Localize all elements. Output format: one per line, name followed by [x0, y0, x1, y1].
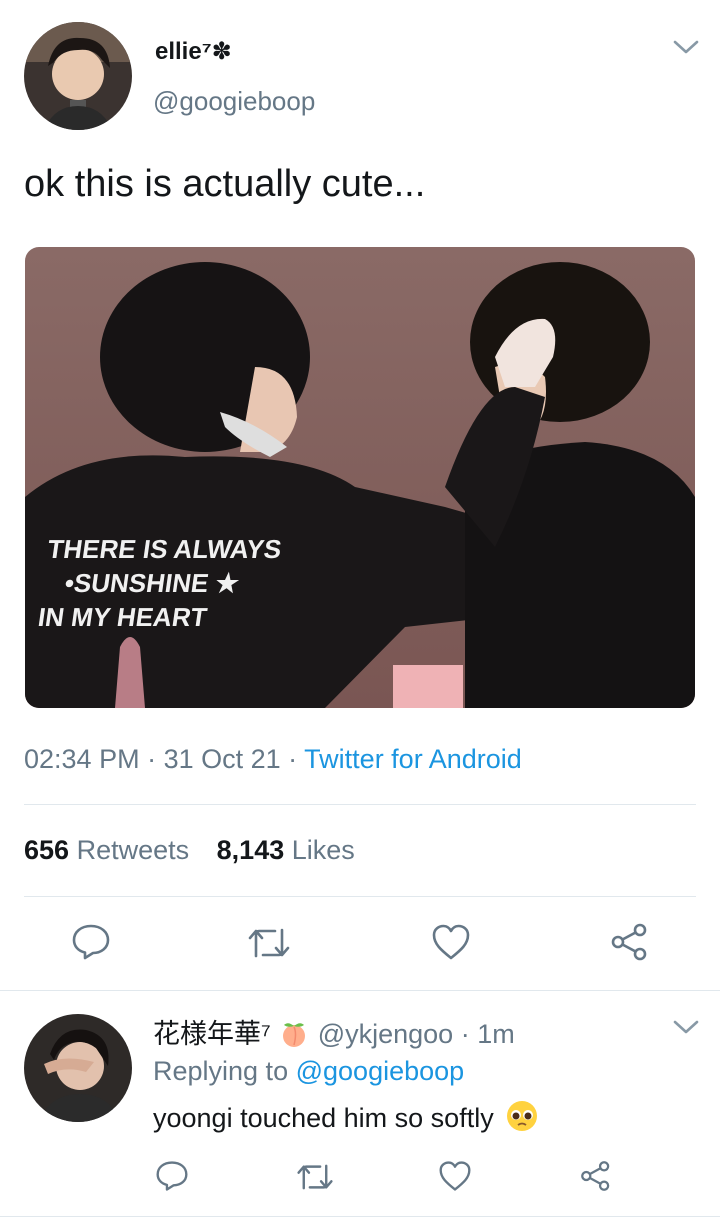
retweet-icon[interactable]: [247, 926, 291, 960]
retweets-count: 656: [24, 835, 70, 865]
bottom-divider: [0, 1216, 720, 1217]
reply-handle[interactable]: @ykjengoo: [318, 1019, 454, 1049]
author-handle[interactable]: @googieboop: [153, 86, 315, 117]
author-display-name[interactable]: ellie⁷✽: [155, 37, 232, 66]
reply-display-name[interactable]: 花様年華⁷: [153, 1019, 271, 1049]
tweet-date[interactable]: 31 Oct 21: [164, 744, 281, 774]
reply-header: 花様年華⁷ @ykjengoo · 1m: [153, 1012, 515, 1054]
image-shirt-text: THERE IS ALWAYS •SUNSHINE ★ IN MY HEART: [36, 532, 284, 634]
peach-emoji-icon: [279, 1019, 309, 1054]
retweets-label: Retweets: [76, 835, 190, 865]
pleading-face-emoji-icon: [505, 1099, 539, 1140]
heart-icon[interactable]: [431, 923, 471, 961]
reply-author-avatar[interactable]: [24, 1014, 132, 1122]
reply-speech-bubble-icon[interactable]: [155, 1160, 189, 1192]
tweet-photo[interactable]: THERE IS ALWAYS •SUNSHINE ★ IN MY HEART: [25, 247, 695, 708]
reply-text-content: yoongi touched him so softly: [153, 1103, 494, 1133]
chevron-down-icon[interactable]: [672, 38, 700, 56]
reply-retweet-icon[interactable]: [296, 1162, 334, 1192]
reply-share-icon[interactable]: [579, 1159, 613, 1193]
divider: [24, 896, 696, 897]
section-divider: [0, 990, 720, 991]
tweet-meta: 02:34 PM · 31 Oct 21 · Twitter for Andro…: [24, 744, 522, 775]
replying-to-prefix: Replying to: [153, 1056, 289, 1086]
image-text-line-2: •SUNSHINE ★: [62, 568, 242, 598]
meta-dot: ·: [280, 744, 305, 774]
retweets-stat[interactable]: 656 Retweets: [24, 835, 189, 865]
image-text-line-3: IN MY HEART: [36, 602, 209, 632]
reply-time-dot: ·: [453, 1019, 478, 1049]
tweet-time[interactable]: 02:34 PM: [24, 744, 140, 774]
replying-to-line: Replying to @googieboop: [153, 1056, 464, 1087]
reply-time[interactable]: 1m: [477, 1019, 515, 1049]
likes-stat[interactable]: 8,143 Likes: [217, 835, 355, 865]
display-name-text: ellie⁷: [155, 38, 212, 65]
tweet-stats: 656 Retweets 8,143 Likes: [24, 835, 355, 866]
clover-emoji-icon: ✽: [211, 38, 232, 65]
image-text-line-1: THERE IS ALWAYS: [45, 534, 284, 564]
speech-bubble-icon[interactable]: [71, 923, 111, 961]
replying-to-link[interactable]: @googieboop: [296, 1056, 465, 1086]
reply-heart-icon[interactable]: [438, 1160, 472, 1192]
reply-chevron-down-icon[interactable]: [672, 1018, 700, 1036]
author-avatar[interactable]: [24, 22, 132, 130]
likes-count: 8,143: [216, 835, 285, 865]
meta-dot: ·: [139, 744, 164, 774]
likes-label: Likes: [291, 835, 355, 865]
reply-text: yoongi touched him so softly: [153, 1099, 539, 1140]
divider: [24, 804, 696, 805]
tweet-text: ok this is actually cute...: [24, 163, 426, 205]
share-icon[interactable]: [609, 922, 651, 962]
tweet-source-link[interactable]: Twitter for Android: [304, 744, 522, 774]
